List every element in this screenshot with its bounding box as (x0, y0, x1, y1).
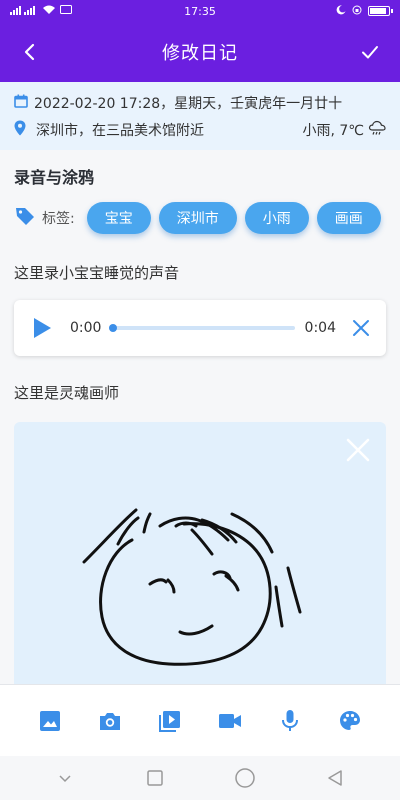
diary-content: 录音与涂鸦 标签: 宝宝 深圳市 小雨 画画 这里录小宝宝睡觉的声音 0:00 … (0, 150, 400, 684)
doodle-canvas[interactable] (14, 422, 386, 684)
page-title: 修改日记 (162, 43, 238, 64)
location-row[interactable]: 深圳市，在三品美术馆附近 (14, 120, 204, 140)
rain-cloud-icon (368, 120, 386, 140)
tags-label: 标签: (42, 211, 75, 227)
palette-icon[interactable] (336, 707, 364, 735)
weather-text: 小雨, 7℃ (302, 123, 364, 139)
audio-current-time: 0:00 (70, 320, 102, 336)
tag-row: 标签: 宝宝 深圳市 小雨 画画 (14, 202, 389, 234)
weather[interactable]: 小雨, 7℃ (302, 120, 386, 140)
home-icon[interactable] (233, 766, 257, 790)
status-time: 17:35 (184, 4, 216, 18)
tag-chip[interactable]: 深圳市 (158, 202, 237, 234)
status-bar: 17:35 (0, 0, 400, 22)
camera-icon[interactable] (96, 707, 124, 735)
video-library-icon[interactable] (156, 707, 184, 735)
datetime-text: 2022-02-20 17:28，星期天，壬寅虎年一月廿十 (34, 96, 343, 112)
note-text-drawing[interactable]: 这里是灵魂画师 (14, 382, 119, 403)
close-icon[interactable] (352, 317, 374, 339)
play-icon[interactable] (32, 317, 54, 339)
system-nav-bar (0, 756, 400, 800)
note-text-audio[interactable]: 这里录小宝宝睡觉的声音 (14, 262, 179, 283)
date-row[interactable]: 2022-02-20 17:28，星期天，壬寅虎年一月廿十 (14, 93, 342, 113)
seekbar-knob[interactable] (109, 324, 118, 332)
collapse-icon[interactable] (53, 766, 77, 790)
recent-apps-icon[interactable] (143, 766, 167, 790)
mic-icon[interactable] (276, 707, 304, 735)
doodle-drawing (82, 508, 302, 666)
arrow-back-icon[interactable] (14, 36, 46, 68)
check-icon[interactable] (354, 36, 386, 68)
tag-chip[interactable]: 宝宝 (86, 202, 151, 234)
back-icon[interactable] (323, 766, 347, 790)
app-bar: 修改日记 (0, 22, 400, 82)
audio-seekbar[interactable] (109, 324, 295, 332)
calendar-icon (14, 94, 28, 112)
videocam-icon[interactable] (216, 707, 244, 735)
tag-chip[interactable]: 画画 (316, 202, 381, 234)
diary-info: 2022-02-20 17:28，星期天，壬寅虎年一月廿十 深圳市，在三品美术馆… (0, 82, 400, 150)
audio-duration: 0:04 (304, 320, 336, 336)
section-title: 录音与涂鸦 (14, 168, 95, 187)
close-canvas-icon[interactable] (344, 436, 372, 464)
location-text: 深圳市，在三品美术馆附近 (36, 123, 204, 139)
audio-player: 0:00 0:04 (14, 300, 386, 356)
battery-icon (368, 6, 393, 16)
tag-icon (14, 205, 36, 231)
attachment-toolbar (0, 684, 400, 756)
image-icon[interactable] (36, 707, 64, 735)
tag-chip[interactable]: 小雨 (244, 202, 309, 234)
location-pin-icon (14, 120, 26, 140)
